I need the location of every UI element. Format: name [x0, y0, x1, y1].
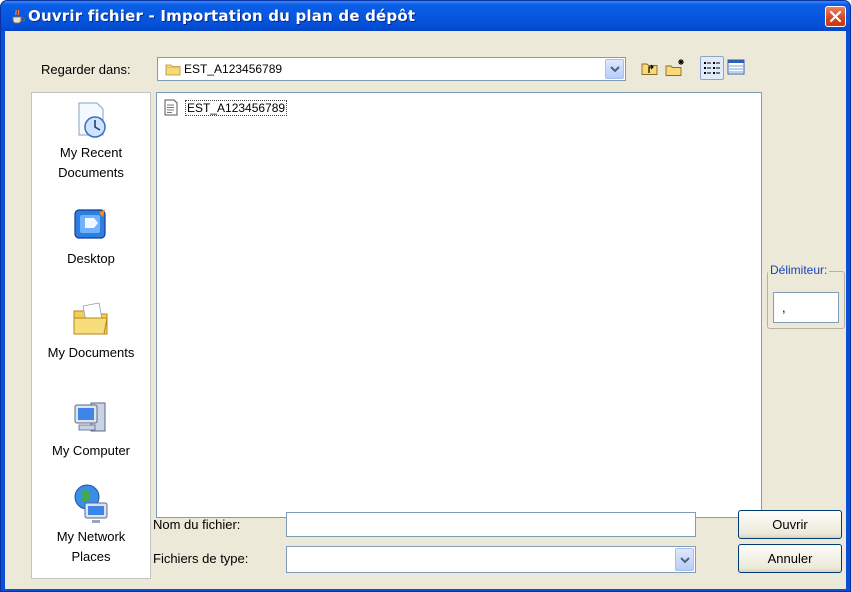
create-new-folder-button[interactable] [663, 56, 687, 80]
place-label: Places [71, 549, 111, 564]
recent-documents-icon [78, 102, 106, 138]
file-name: EST_A123456789 [185, 100, 288, 116]
places-bar: My Recent Documents Desktop My Documents… [31, 92, 151, 579]
folder-icon [165, 64, 181, 76]
my-documents-icon [73, 302, 108, 335]
delimiter-group: Délimiteur: , [767, 263, 845, 329]
delimiter-input[interactable]: , [773, 292, 839, 323]
look-in-label: Regarder dans: [41, 62, 131, 77]
place-my-documents[interactable]: My Documents [32, 299, 150, 363]
place-label: Documents [58, 165, 124, 180]
close-button[interactable] [825, 6, 846, 27]
file-type-combo[interactable] [286, 546, 696, 573]
title-bar[interactable]: Ouvrir fichier - Importation du plan de … [1, 1, 850, 31]
window-title: Ouvrir fichier - Importation du plan de … [28, 7, 416, 25]
place-label: My Recent [59, 145, 123, 160]
file-icon [164, 99, 178, 116]
list-item[interactable]: EST_A123456789 [164, 99, 288, 117]
dialog-body: Regarder dans: EST_A123456789 My Recent … [5, 31, 846, 589]
my-computer-icon [74, 402, 106, 432]
place-my-computer[interactable]: My Computer [32, 397, 150, 461]
file-name-label: Nom du fichier: [153, 517, 241, 532]
look-in-combo[interactable]: EST_A123456789 [157, 57, 626, 81]
place-label: My Network [56, 529, 126, 544]
list-view-icon [704, 62, 720, 74]
network-places-icon [74, 484, 108, 523]
cancel-button[interactable]: Annuler [738, 544, 842, 573]
file-name-input[interactable] [286, 512, 696, 537]
file-type-label: Fichiers de type: [153, 551, 249, 566]
delimiter-label: Délimiteur: [768, 263, 830, 277]
look-in-value: EST_A123456789 [184, 62, 283, 76]
delimiter-value: , [782, 300, 786, 315]
list-view-button[interactable] [700, 56, 724, 80]
up-one-level-button[interactable] [638, 56, 662, 80]
desktop-icon [74, 209, 106, 239]
place-label: Desktop [67, 251, 115, 266]
place-network-places[interactable]: My Network Places [32, 483, 150, 567]
file-list[interactable]: EST_A123456789 [156, 92, 762, 518]
java-cup-icon [12, 9, 25, 24]
open-file-dialog: Ouvrir fichier - Importation du plan de … [0, 0, 851, 592]
close-icon [829, 10, 842, 23]
place-label: My Computer [51, 443, 131, 458]
up-folder-icon [641, 63, 658, 75]
place-label: My Documents [47, 345, 135, 360]
chevron-down-icon [610, 66, 620, 73]
details-view-button[interactable] [725, 56, 749, 80]
place-recent-documents[interactable]: My Recent Documents [32, 99, 150, 183]
place-desktop[interactable]: Desktop [32, 205, 150, 269]
file-type-dropdown-button[interactable] [675, 548, 694, 571]
details-view-icon [727, 59, 745, 75]
chevron-down-icon [680, 557, 690, 564]
new-folder-icon [665, 59, 684, 76]
look-in-dropdown-button[interactable] [605, 59, 624, 79]
open-button[interactable]: Ouvrir [738, 510, 842, 539]
